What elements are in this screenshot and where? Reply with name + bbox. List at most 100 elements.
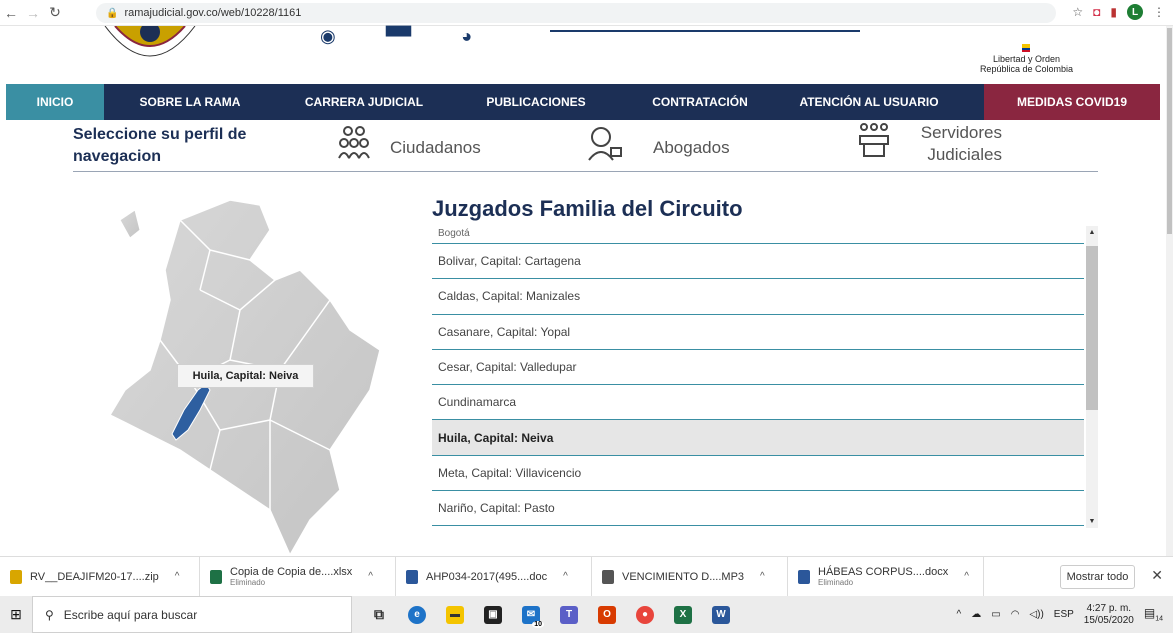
chevron-up-icon[interactable]: ^	[175, 571, 180, 582]
map-tooltip: Huila, Capital: Neiva	[177, 364, 314, 388]
download-name: RV__DEAJIFM20-17....zip	[30, 570, 159, 583]
main-navigation: INICIO SOBRE LA RAMA CARRERA JUDICIAL PU…	[6, 84, 1160, 120]
pdf-extension-icon[interactable]: ▮	[1110, 5, 1117, 19]
lawyer-icon	[585, 126, 623, 170]
district-list: Bogotá Bolivar, Capital: Cartagena Calda…	[432, 226, 1084, 526]
nav-sobre-la-rama[interactable]: SOBRE LA RAMA	[104, 84, 276, 120]
colombia-logo: Libertad y Orden República de Colombia	[980, 44, 1073, 74]
chevron-up-icon[interactable]: ^	[563, 571, 568, 582]
list-item[interactable]: Bolivar, Capital: Cartagena	[432, 244, 1084, 280]
forward-icon[interactable]: →	[22, 5, 44, 21]
mail-badge: 10	[532, 620, 544, 628]
nav-contratacion[interactable]: CONTRATACIÓN	[620, 84, 780, 120]
download-item[interactable]: VENCIMIENTO D....MP3 ^	[592, 556, 788, 597]
wifi-icon[interactable]: ◠	[1011, 609, 1020, 620]
reload-icon[interactable]: ↻	[44, 4, 66, 21]
download-status: Eliminado	[230, 578, 266, 587]
profile-avatar[interactable]: L	[1127, 4, 1143, 20]
nav-inicio[interactable]: INICIO	[6, 84, 104, 120]
word-file-icon	[798, 569, 810, 584]
clock-time: 4:27 p. m.	[1086, 602, 1132, 614]
chevron-up-icon[interactable]: ^	[760, 571, 765, 582]
taskbar-apps: ⧉ e ▬ ▣ ✉ 10 T O ● X W	[370, 605, 730, 628]
lock-icon: 🔒	[106, 7, 119, 19]
taskbar-search[interactable]: ⚲ Escribe aquí para buscar	[32, 596, 352, 633]
word-icon[interactable]: W	[712, 605, 730, 624]
chrome-icon[interactable]: ●	[636, 605, 654, 624]
header-search-underline[interactable]	[550, 30, 860, 32]
url-text: ramajudicial.gov.co/web/10228/1161	[124, 7, 302, 19]
judges-bench-icon	[858, 122, 890, 166]
address-bar[interactable]: 🔒 ramajudicial.gov.co/web/10228/1161	[96, 3, 1056, 23]
pocket-icon[interactable]: ◘	[1093, 5, 1100, 19]
sitemap-icon[interactable]: ▀▀	[386, 26, 412, 47]
nav-medidas-covid19[interactable]: MEDIDAS COVID19	[984, 84, 1160, 120]
battery-icon[interactable]: ▭	[991, 609, 1000, 620]
list-item[interactable]: Caldas, Capital: Manizales	[432, 279, 1084, 315]
edge-icon[interactable]: e	[408, 605, 426, 624]
office-icon[interactable]: O	[598, 605, 616, 624]
accessibility-icon[interactable]: ◉	[320, 26, 336, 47]
nav-carrera-judicial[interactable]: CARRERA JUDICIAL	[276, 84, 452, 120]
back-icon[interactable]: ←	[0, 5, 22, 21]
download-item[interactable]: Copia de Copia de....xlsx Eliminado ^	[200, 556, 396, 597]
download-name: HÁBEAS CORPUS....docx	[818, 566, 949, 578]
list-item[interactable]: Casanare, Capital: Yopal	[432, 315, 1084, 350]
mail-icon[interactable]: ✉ 10	[522, 605, 544, 628]
list-item[interactable]: Nariño, Capital: Pasto	[432, 491, 1084, 526]
clock[interactable]: 4:27 p. m. 15/05/2020	[1084, 603, 1134, 627]
list-item[interactable]: Cesar, Capital: Valledupar	[432, 350, 1084, 386]
scroll-down-icon[interactable]: ▼	[1086, 518, 1098, 525]
teams-icon[interactable]: T	[560, 605, 578, 624]
download-status: Eliminado	[818, 578, 854, 587]
menu-dots-icon[interactable]: ⋮	[1153, 5, 1165, 19]
onedrive-icon[interactable]: ☁	[971, 609, 981, 620]
profile-servidores-judiciales[interactable]: Servidores Judiciales	[858, 122, 1002, 166]
rama-judicial-logo[interactable]	[100, 26, 200, 70]
list-item[interactable]: Bogotá	[432, 226, 1084, 244]
store-icon[interactable]: ▣	[484, 605, 502, 624]
chevron-up-icon[interactable]: ^	[964, 571, 969, 582]
zip-file-icon	[10, 569, 22, 584]
profile-title: Seleccione su perfil de navegacion	[73, 126, 247, 165]
profile-abogados[interactable]: Abogados	[585, 126, 730, 170]
download-item[interactable]: HÁBEAS CORPUS....docx Eliminado ^	[788, 556, 984, 597]
profile-servidores-label: Servidores Judiciales	[920, 123, 1002, 164]
task-view-icon[interactable]: ⧉	[370, 606, 388, 624]
logo-right-line2: República de Colombia	[979, 64, 1073, 74]
nav-atencion-usuario[interactable]: ATENCIÓN AL USUARIO	[780, 84, 958, 120]
downloads-bar: RV__DEAJIFM20-17....zip ^ Copia de Copia…	[0, 556, 1173, 597]
user-icon[interactable]: ◕	[461, 26, 472, 47]
excel-icon[interactable]: X	[674, 605, 692, 624]
windows-taskbar: ⊞ ⚲ Escribe aquí para buscar ⧉ e ▬ ▣ ✉ 10…	[0, 596, 1173, 633]
list-item-selected[interactable]: Huila, Capital: Neiva	[432, 420, 1084, 456]
search-icon: ⚲	[45, 607, 54, 622]
scroll-up-icon[interactable]: ▲	[1086, 229, 1098, 236]
chevron-up-icon[interactable]: ^	[957, 609, 962, 620]
volume-icon[interactable]: ◁))	[1029, 609, 1043, 620]
word-file-icon	[406, 569, 418, 584]
show-all-downloads-button[interactable]: Mostrar todo	[1060, 565, 1135, 589]
list-item[interactable]: Cundinamarca	[432, 385, 1084, 421]
site-header: ◉ ▀▀ ◕ Libertad y Orden República de Col…	[0, 26, 1173, 84]
download-item[interactable]: RV__DEAJIFM20-17....zip ^	[0, 556, 200, 597]
file-explorer-icon[interactable]: ▬	[446, 605, 464, 624]
nav-publicaciones[interactable]: PUBLICACIONES	[452, 84, 620, 120]
star-icon[interactable]: ☆	[1072, 5, 1083, 19]
profile-ciudadanos-label: Ciudadanos	[390, 138, 481, 157]
clock-date: 15/05/2020	[1083, 614, 1134, 626]
list-scroll-thumb[interactable]	[1086, 246, 1098, 410]
profile-ciudadanos[interactable]: Ciudadanos	[338, 126, 481, 170]
notification-icon[interactable]: ▤14	[1144, 606, 1163, 622]
download-item[interactable]: AHP034-2017(495....doc ^	[396, 556, 592, 597]
language-indicator[interactable]: ESP	[1054, 609, 1074, 620]
logo-right-line1: Libertad y Orden	[992, 54, 1060, 64]
windows-start-icon[interactable]: ⊞	[0, 606, 32, 623]
download-name: VENCIMIENTO D....MP3	[622, 570, 745, 583]
download-name: AHP034-2017(495....doc	[426, 570, 548, 583]
page-scroll-thumb[interactable]	[1167, 28, 1172, 234]
list-title: Juzgados Familia del Circuito	[432, 196, 743, 221]
close-icon[interactable]: ✕	[1151, 567, 1163, 584]
list-item[interactable]: Meta, Capital: Villavicencio	[432, 456, 1084, 492]
chevron-up-icon[interactable]: ^	[368, 571, 373, 582]
